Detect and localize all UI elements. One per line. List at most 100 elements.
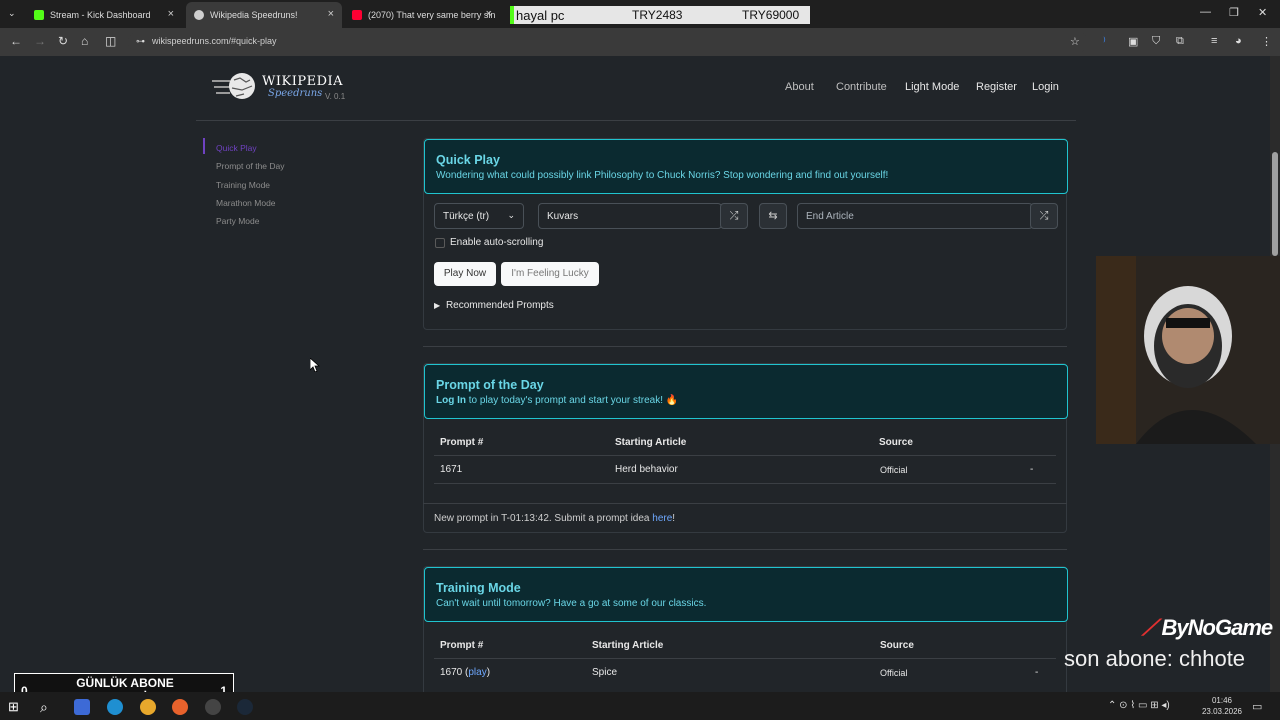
swap-button[interactable]: ⇆ bbox=[759, 203, 787, 229]
back-icon[interactable]: ← bbox=[10, 34, 22, 48]
edge-icon[interactable] bbox=[107, 699, 123, 715]
auto-scroll-label: Enable auto-scrolling bbox=[450, 237, 544, 248]
header-starting-article: Starting Article bbox=[592, 640, 664, 651]
menu-icon[interactable]: ⋮ bbox=[1261, 35, 1273, 48]
shuffle-start-button[interactable]: ⤮ bbox=[720, 203, 748, 229]
prompt-of-day-subtitle-text: to play today's prompt and start your st… bbox=[466, 395, 679, 406]
nav-login[interactable]: Login bbox=[1032, 81, 1059, 93]
star-icon[interactable]: ☆ bbox=[1070, 35, 1082, 48]
site-logo[interactable]: WIKIPEDIA Speedruns V. 0.1 bbox=[212, 70, 352, 104]
play-link[interactable]: play bbox=[468, 667, 486, 678]
footer-text: New prompt in T-01:13:42. Submit a promp… bbox=[434, 513, 653, 524]
prompt-of-day-footer: New prompt in T-01:13:42. Submit a promp… bbox=[434, 513, 675, 524]
minimize-icon[interactable]: — bbox=[1200, 6, 1211, 18]
firefox-icon[interactable] bbox=[172, 699, 188, 715]
extension-tv-icon[interactable]: ▣ bbox=[1128, 35, 1140, 48]
feeling-lucky-button[interactable]: I'm Feeling Lucky bbox=[501, 262, 599, 286]
close-window-icon[interactable]: ✕ bbox=[1258, 6, 1267, 19]
table-row-extra: - bbox=[1030, 464, 1034, 475]
table-row-source: Official bbox=[880, 668, 908, 678]
logo-subtitle: Speedruns bbox=[268, 88, 323, 99]
training-mode-header: Training Mode Can't wait until tomorrow?… bbox=[424, 567, 1068, 622]
puzzle-icon[interactable]: ⧉ bbox=[1176, 35, 1188, 47]
sidebar-item-prompt-of-the-day[interactable]: Prompt of the Day bbox=[216, 161, 285, 171]
sidebar-active-indicator bbox=[203, 138, 205, 154]
tab-wikipedia-speedruns[interactable]: Wikipedia Speedruns! × bbox=[186, 2, 342, 28]
split-view-icon[interactable]: ◫ bbox=[105, 34, 116, 48]
prompt-of-day-header: Prompt of the Day Log In to play today's… bbox=[424, 364, 1068, 419]
nav-register[interactable]: Register bbox=[976, 81, 1017, 93]
globe-logo-icon bbox=[212, 73, 255, 99]
training-mode-title: Training Mode bbox=[436, 581, 521, 595]
windows-start-icon[interactable]: ⊞ bbox=[8, 699, 24, 715]
clock-time[interactable]: 01:46 bbox=[1205, 696, 1239, 705]
nav-contribute[interactable]: Contribute bbox=[836, 81, 887, 93]
shuffle-end-button[interactable]: ⤮ bbox=[1030, 203, 1058, 229]
tray-icons[interactable]: ⌃ ⊙ ⌇ ▭ ⊞ ◂) bbox=[1108, 700, 1170, 711]
table-divider bbox=[434, 483, 1056, 484]
close-icon[interactable]: × bbox=[328, 8, 334, 20]
chrome-icon[interactable] bbox=[140, 699, 156, 715]
close-icon[interactable]: × bbox=[486, 8, 492, 20]
tab-label: Wikipedia Speedruns! bbox=[210, 10, 298, 20]
clock-date[interactable]: 23.03.2026 bbox=[1200, 707, 1244, 716]
recommended-prompts-toggle[interactable]: ▶ Recommended Prompts bbox=[434, 300, 554, 311]
forward-icon[interactable]: → bbox=[34, 34, 46, 48]
tab-label: Stream - Kick Dashboard bbox=[50, 10, 151, 20]
header-prompt-number: Prompt # bbox=[440, 437, 484, 448]
kick-icon bbox=[34, 10, 44, 20]
sidebar-item-marathon-mode[interactable]: Marathon Mode bbox=[216, 198, 276, 208]
reload-icon[interactable]: ↻ bbox=[58, 34, 68, 48]
wikipedia-icon bbox=[194, 10, 204, 20]
prompt-of-day-title: Prompt of the Day bbox=[436, 378, 544, 392]
table-row-article: Spice bbox=[592, 667, 618, 678]
table-divider bbox=[434, 658, 1056, 659]
sidebar-item-party-mode[interactable]: Party Mode bbox=[216, 216, 259, 226]
obs-icon[interactable] bbox=[205, 699, 221, 715]
nav-light-mode[interactable]: Light Mode bbox=[905, 81, 959, 93]
extension-wave-icon[interactable]: ⁾ bbox=[1103, 35, 1115, 48]
tab-search-icon[interactable]: ⌄ bbox=[8, 8, 16, 19]
tab-label: (2070) That very same berry sin bbox=[368, 10, 496, 20]
login-link[interactable]: Log In bbox=[436, 395, 466, 406]
sidebar-item-quick-play[interactable]: Quick Play bbox=[216, 143, 257, 153]
shuffle-icon: ⤮ bbox=[1039, 210, 1049, 222]
swap-icon: ⇆ bbox=[768, 210, 778, 222]
table-row-extra: - bbox=[1035, 667, 1039, 678]
table-row-source: Official bbox=[880, 465, 908, 475]
language-select[interactable]: Türkçe (tr) ⌄ bbox=[434, 203, 524, 229]
home-icon[interactable]: ⌂ bbox=[81, 34, 88, 48]
tab-youtube[interactable]: (2070) That very same berry sin × bbox=[344, 2, 500, 28]
nav-about[interactable]: About bbox=[785, 81, 814, 93]
last-subscriber-text: son abone: chhote bbox=[1064, 646, 1246, 671]
site-info-icon[interactable]: ⊶ bbox=[136, 36, 145, 47]
tab-list-icon[interactable]: ≡ bbox=[1211, 35, 1223, 47]
shuffle-icon: ⤮ bbox=[729, 210, 739, 222]
restore-icon[interactable]: ❐ bbox=[1229, 6, 1239, 19]
end-article-placeholder: End Article bbox=[806, 211, 854, 222]
end-article-input[interactable]: End Article bbox=[797, 203, 1033, 229]
url-text[interactable]: wikispeedruns.com/#quick-play bbox=[152, 36, 277, 46]
close-icon[interactable]: × bbox=[168, 8, 174, 20]
chevron-down-icon: ⌄ bbox=[507, 210, 515, 220]
profile-icon[interactable]: ◕ bbox=[1235, 35, 1247, 47]
notification-icon[interactable]: ▭ bbox=[1252, 700, 1262, 713]
page: WIKIPEDIA Speedruns V. 0.1 About Contrib… bbox=[0, 56, 1280, 692]
scrollbar-thumb[interactable] bbox=[1272, 152, 1278, 256]
sidebar-item-training-mode[interactable]: Training Mode bbox=[216, 180, 270, 190]
submit-prompt-link[interactable]: here bbox=[652, 513, 672, 524]
app-icon[interactable] bbox=[74, 699, 90, 715]
header-source: Source bbox=[879, 437, 913, 448]
shield-icon[interactable]: ⛉ bbox=[1152, 35, 1164, 47]
steam-icon[interactable] bbox=[237, 699, 253, 715]
tab-kick-dashboard[interactable]: Stream - Kick Dashboard × bbox=[26, 2, 182, 28]
header-starting-article: Starting Article bbox=[615, 437, 687, 448]
play-now-button[interactable]: Play Now bbox=[434, 262, 496, 286]
price-overlay: hayal pc TRY2483 TRY69000 bbox=[510, 6, 810, 24]
start-article-input[interactable]: Kuvars bbox=[538, 203, 722, 229]
search-icon[interactable]: ⌕ bbox=[40, 699, 56, 715]
footer-suffix: ! bbox=[672, 513, 676, 524]
auto-scroll-checkbox[interactable] bbox=[435, 238, 445, 248]
table-row-prompt-number: 1670 (play) bbox=[440, 667, 491, 678]
table-row-prompt-number: 1671 bbox=[440, 464, 463, 475]
